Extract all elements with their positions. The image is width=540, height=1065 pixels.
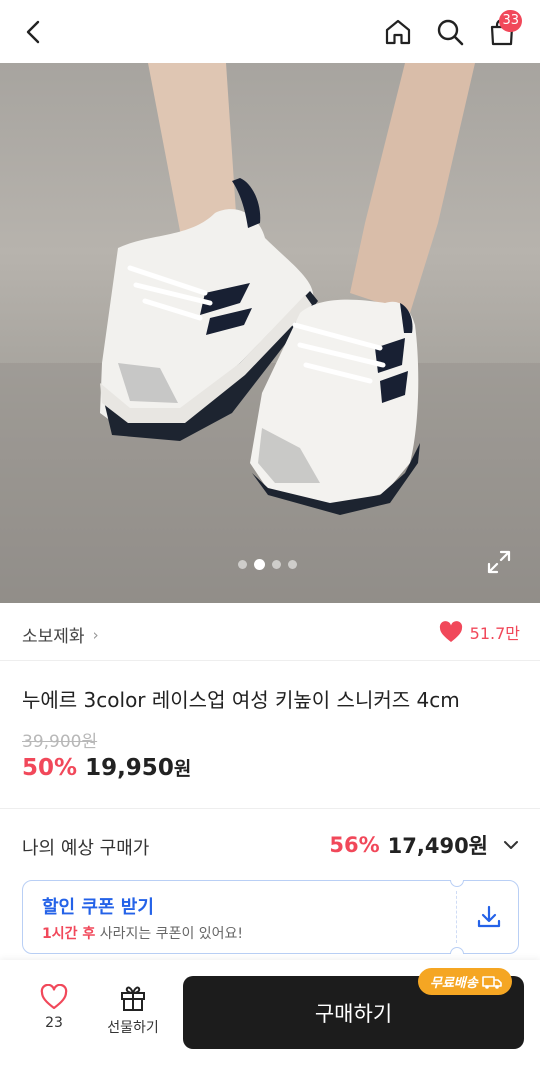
cart-button[interactable]: 33: [480, 10, 524, 54]
coupon-download-card[interactable]: 할인 쿠폰 받기 1시간 후 사라지는 쿠폰이 있어요!: [22, 880, 519, 954]
carousel-dot[interactable]: [272, 560, 281, 569]
expand-icon: [487, 550, 511, 574]
back-icon: [26, 20, 40, 44]
heart-filled-icon: [439, 621, 462, 642]
expand-image-button[interactable]: [482, 545, 516, 579]
coupon-sub-text: 사라지는 쿠폰이 있어요!: [95, 926, 244, 942]
coupon-title: 할인 쿠폰 받기: [42, 897, 154, 918]
cart-count-badge: 33: [499, 10, 522, 32]
coupon-notch: [450, 947, 464, 954]
carousel-dot[interactable]: [238, 560, 247, 569]
product-title: 누에르 3color 레이스업 여성 키높이 스니커즈 4cm: [22, 688, 460, 712]
expected-price-label: 나의 예상 구매가: [22, 838, 150, 859]
free-shipping-label: 무료배송: [430, 976, 478, 991]
gift-button[interactable]: 선물하기: [100, 984, 166, 1044]
store-link[interactable]: 소보제화 ›: [22, 622, 99, 648]
discount-rate: 50%: [22, 755, 78, 781]
chevron-right-icon: ›: [92, 625, 99, 644]
expected-discount-rate: 56%: [329, 833, 380, 857]
top-app-bar: 33: [0, 0, 540, 63]
back-button[interactable]: [12, 10, 56, 54]
carousel-dot[interactable]: [288, 560, 297, 569]
coupon-download-button[interactable]: [473, 901, 505, 933]
home-icon: [385, 19, 411, 45]
truck-icon: [482, 975, 502, 989]
gift-label: 선물하기: [107, 1020, 159, 1036]
carousel-indicator: [238, 559, 297, 570]
like-count: 51.7만: [469, 624, 520, 643]
product-image-carousel[interactable]: [0, 63, 540, 603]
coupon-subtitle: 1시간 후 사라지는 쿠폰이 있어요!: [42, 923, 243, 943]
wishlist-button[interactable]: 23: [28, 984, 80, 1044]
search-button[interactable]: [428, 10, 472, 54]
gift-icon: [121, 986, 145, 1011]
original-price: 39,900원: [22, 732, 98, 752]
coupon-notch: [450, 880, 464, 887]
sale-price: 19,950: [85, 755, 174, 781]
price-row: 50% 19,950원: [22, 754, 191, 781]
heart-outline-icon: [40, 984, 68, 1010]
expected-price: 17,490원: [387, 834, 488, 858]
wishlist-count: 23: [45, 1015, 63, 1031]
expected-price-row[interactable]: 나의 예상 구매가 56% 17,490원: [0, 820, 540, 870]
like-button[interactable]: 51.7만: [439, 620, 520, 644]
product-photo: [0, 63, 540, 603]
coupon-separator: [456, 891, 457, 943]
store-name: 소보제화: [22, 627, 85, 647]
coupon-time-highlight: 1시간 후: [42, 926, 96, 942]
expected-price-toggle[interactable]: 56% 17,490원: [329, 830, 520, 860]
chevron-down-icon: [504, 841, 518, 849]
carousel-dot-active[interactable]: [254, 559, 265, 570]
download-icon: [477, 905, 501, 928]
search-icon: [437, 19, 464, 46]
section-divider: [0, 808, 540, 809]
free-shipping-badge: 무료배송: [418, 968, 512, 995]
currency-unit: 원: [173, 758, 192, 780]
home-button[interactable]: [376, 10, 420, 54]
store-row: 소보제화 › 51.7만: [0, 603, 540, 661]
